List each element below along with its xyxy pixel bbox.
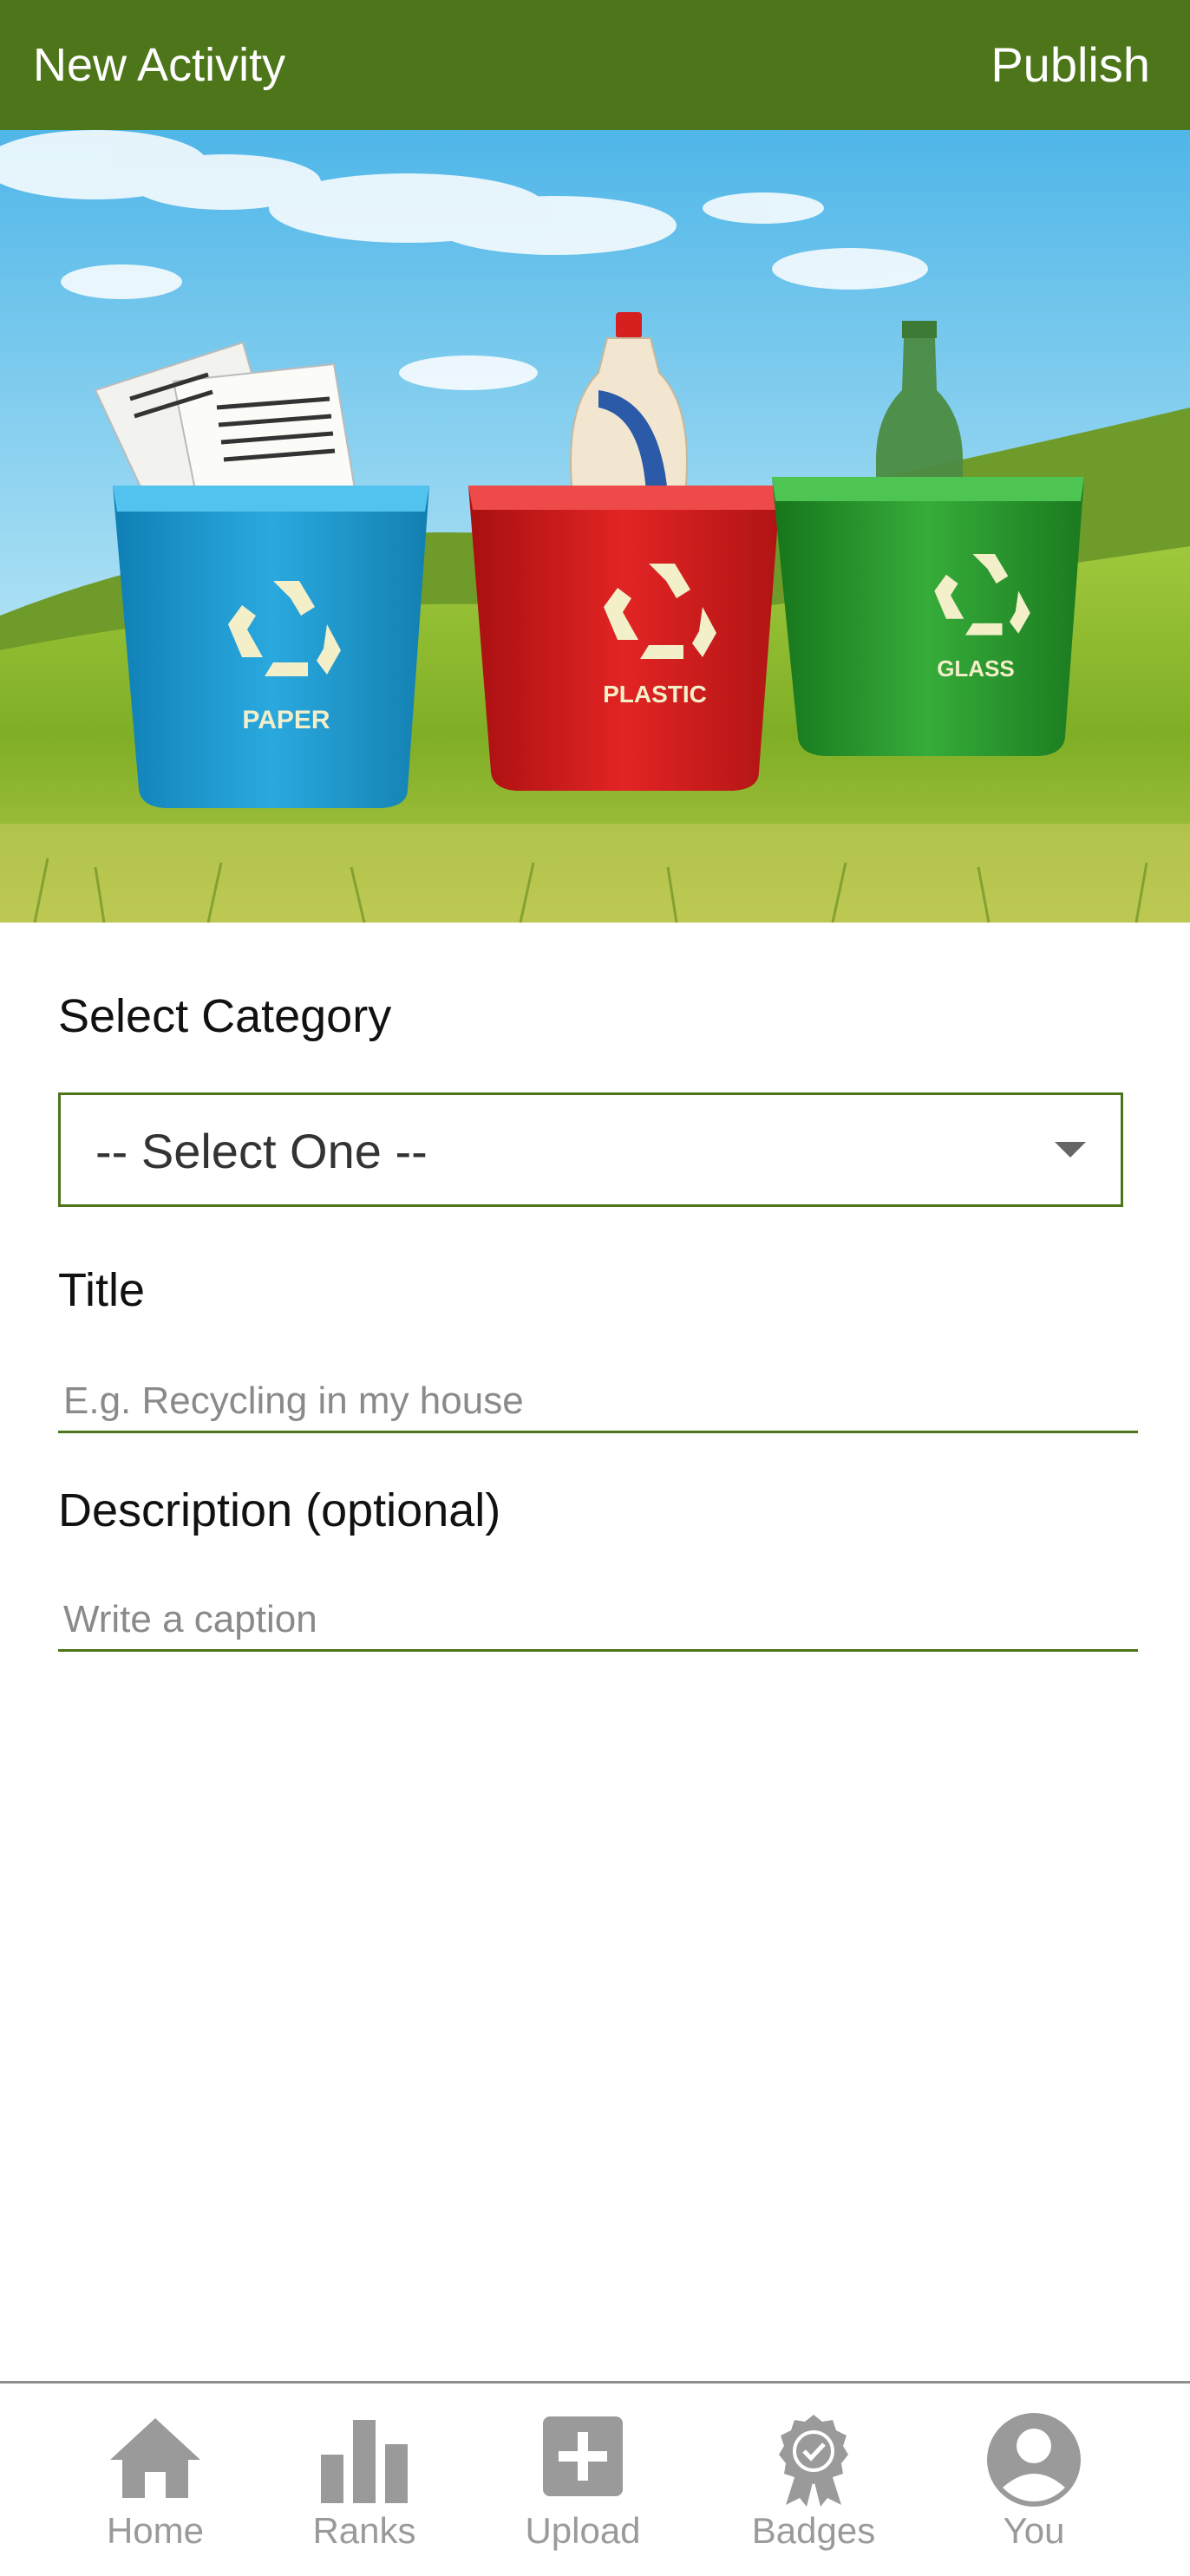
tab-home[interactable]: Home (69, 2384, 242, 2576)
bar-chart-icon (321, 2420, 408, 2503)
tab-upload[interactable]: Upload (496, 2384, 670, 2576)
recycling-bins-illustration: PAPER PLASTIC GLASS (0, 130, 1190, 923)
category-select-value: -- Select One -- (95, 1124, 428, 1178)
home-icon (110, 2418, 200, 2498)
user-icon (987, 2413, 1081, 2507)
tab-label-home: Home (106, 2510, 205, 2551)
glass-bin-label: GLASS (937, 655, 1015, 681)
recycling-bins-image: PAPER PLASTIC GLASS (0, 130, 1190, 923)
publish-button[interactable]: Publish (991, 37, 1150, 93)
category-select[interactable]: -- Select One -- (58, 1092, 1123, 1207)
plastic-bin-label: PLASTIC (603, 681, 707, 708)
title-input[interactable]: E.g. Recycling in my house (58, 1370, 1138, 1433)
tab-label-ranks: Ranks (312, 2510, 416, 2551)
page-title: New Activity (33, 39, 286, 91)
tab-ranks[interactable]: Ranks (278, 2384, 451, 2576)
top-app-bar: New Activity Publish (0, 0, 1190, 130)
tab-label-you: You (1003, 2510, 1065, 2551)
paper-bin-label: PAPER (242, 706, 330, 734)
tab-label-upload: Upload (525, 2510, 641, 2551)
description-label: Description (optional) (58, 1484, 501, 1536)
tab-label-badges: Badges (751, 2510, 876, 2551)
description-input[interactable]: Write a caption (58, 1588, 1138, 1652)
tab-you[interactable]: You (947, 2384, 1121, 2576)
chevron-down-icon (1055, 1142, 1086, 1158)
title-label: Title (58, 1264, 146, 1316)
description-input-placeholder: Write a caption (63, 1598, 317, 1640)
title-input-placeholder: E.g. Recycling in my house (63, 1379, 524, 1422)
bottom-tab-bar: Home Ranks Upload Badges You (0, 2381, 1190, 2576)
badge-icon (779, 2415, 848, 2507)
plus-square-icon (543, 2416, 623, 2496)
category-label: Select Category (58, 990, 392, 1042)
tab-badges[interactable]: Badges (727, 2384, 900, 2576)
